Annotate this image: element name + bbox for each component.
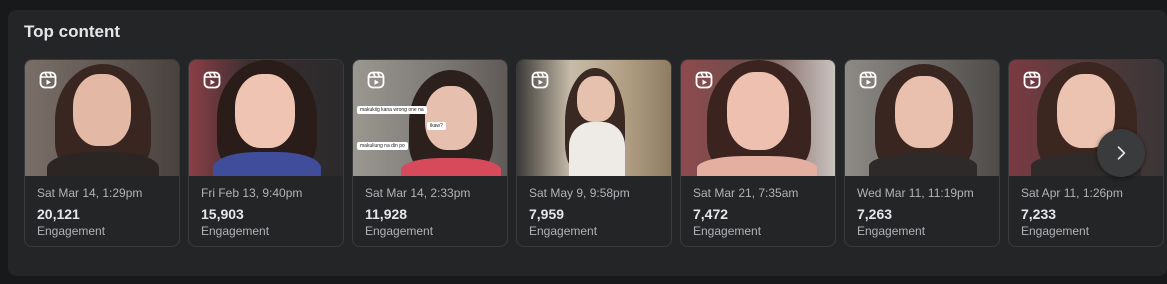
reels-icon (203, 71, 221, 89)
post-date: Sat Mar 14, 1:29pm (37, 186, 143, 200)
content-card[interactable]: Wed Mar 11, 11:19pm 7,263 Engagement (844, 59, 1000, 247)
content-card[interactable]: makukiig kana wrong one na ikaw? makuliu… (352, 59, 508, 247)
engagement-count: 15,903 (201, 206, 244, 222)
metric-label: Engagement (529, 224, 598, 238)
video-caption: makuliung na din po (357, 142, 408, 150)
reels-icon (859, 71, 877, 89)
engagement-count: 7,263 (857, 206, 893, 222)
engagement-count: 11,928 (365, 206, 408, 222)
content-card[interactable]: Sat May 9, 9:58pm 7,959 Engagement (516, 59, 672, 247)
content-card[interactable]: Fri Feb 13, 9:40pm 15,903 Engagement (188, 59, 344, 247)
post-thumbnail[interactable] (25, 60, 179, 176)
post-date: Sat Mar 21, 7:35am (693, 186, 799, 200)
metric-label: Engagement (201, 224, 270, 238)
carousel-next-button[interactable] (1097, 129, 1145, 177)
post-date: Sat May 9, 9:58pm (529, 186, 630, 200)
post-thumbnail[interactable] (189, 60, 343, 176)
post-date: Sat Apr 11, 1:26pm (1021, 186, 1123, 200)
metric-label: Engagement (1021, 224, 1090, 238)
metric-label: Engagement (37, 224, 106, 238)
chevron-right-icon (1117, 146, 1126, 160)
metric-label: Engagement (365, 224, 434, 238)
engagement-count: 7,233 (1021, 206, 1057, 222)
post-date: Wed Mar 11, 11:19pm (857, 186, 974, 200)
reels-icon (695, 71, 713, 89)
post-thumbnail[interactable] (681, 60, 835, 176)
video-caption: ikaw? (427, 122, 446, 130)
content-card[interactable]: Sat Mar 14, 1:29pm 20,121 Engagement (24, 59, 180, 247)
reels-icon (39, 71, 57, 89)
video-caption: makukiig kana wrong one na (357, 106, 427, 114)
engagement-count: 20,121 (37, 206, 80, 222)
reels-icon (531, 71, 549, 89)
reels-icon (1023, 71, 1041, 89)
section-title: Top content (24, 22, 120, 41)
post-date: Fri Feb 13, 9:40pm (201, 186, 303, 200)
metric-label: Engagement (693, 224, 762, 238)
engagement-count: 7,472 (693, 206, 729, 222)
post-thumbnail[interactable] (845, 60, 999, 176)
metric-label: Engagement (857, 224, 926, 238)
top-content-panel: Top content Sat Mar 14, 1:29pm 20,121 En… (8, 10, 1167, 276)
engagement-count: 7,959 (529, 206, 565, 222)
post-thumbnail[interactable] (517, 60, 671, 176)
top-content-carousel: Sat Mar 14, 1:29pm 20,121 Engagement Fri… (24, 59, 1167, 248)
post-thumbnail[interactable]: makukiig kana wrong one na ikaw? makuliu… (353, 60, 507, 176)
post-date: Sat Mar 14, 2:33pm (365, 186, 471, 200)
content-card[interactable]: Sat Mar 21, 7:35am 7,472 Engagement (680, 59, 836, 247)
reels-icon (367, 71, 385, 89)
